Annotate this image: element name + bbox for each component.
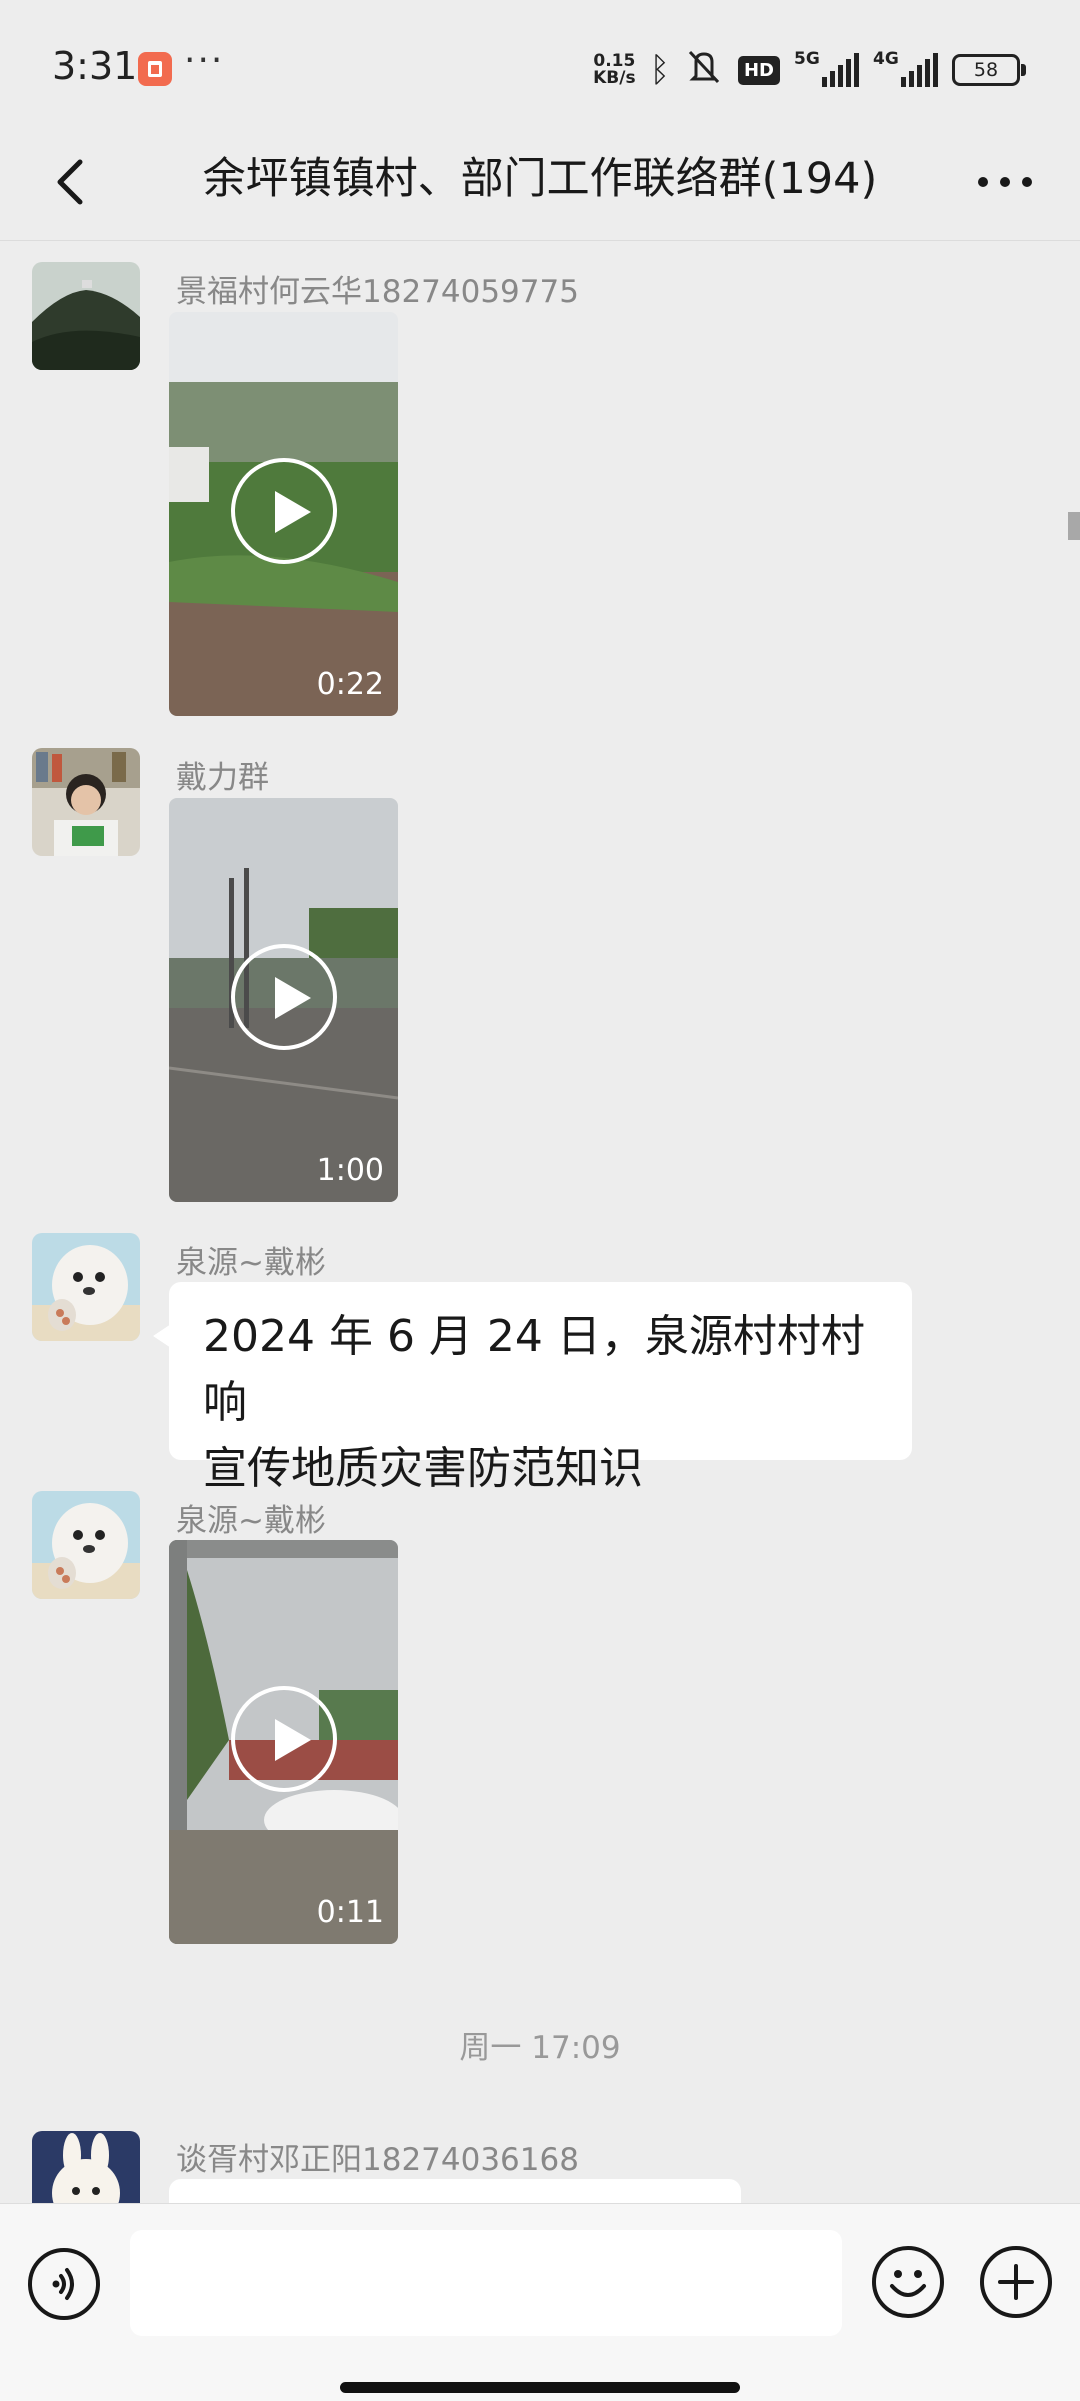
input-bar xyxy=(0,2203,1080,2401)
message-input[interactable] xyxy=(130,2230,842,2336)
sender-name: 泉源~戴彬 xyxy=(176,1245,326,1281)
home-indicator[interactable] xyxy=(340,2382,740,2393)
scrollbar-thumb[interactable] xyxy=(1068,512,1080,540)
more-options-icon[interactable] xyxy=(970,152,1040,212)
emoji-icon[interactable] xyxy=(872,2246,944,2318)
video-duration: 1:00 xyxy=(316,1153,384,1188)
app-notification-icon xyxy=(138,52,172,86)
more-notifications-indicator: ··· xyxy=(184,40,225,81)
avatar-jingfu[interactable] xyxy=(32,262,140,370)
text-message-bubble[interactable] xyxy=(153,2179,741,2245)
avatar-quanyuan-daibin[interactable] xyxy=(32,1233,140,1341)
hd-voice-badge: HD xyxy=(737,55,780,85)
sender-name: 泉源~戴彬 xyxy=(176,1503,326,1539)
signal-5g-label: 5G xyxy=(794,49,820,69)
battery-icon: 58 xyxy=(952,54,1026,86)
signal-4g-label: 4G xyxy=(873,49,899,69)
signal-4g-icon: 4G xyxy=(873,49,938,87)
status-time: 3:31 xyxy=(52,44,138,88)
play-icon[interactable] xyxy=(231,458,337,564)
network-speed: 0.15 KB/s xyxy=(593,53,635,87)
status-bar: 3:31 ··· 0.15 KB/s ᛒ HD 5G 4G 58 xyxy=(0,0,1080,140)
chat-title: 余坪镇镇村、部门工作联络群(194) xyxy=(202,154,878,204)
sender-name: 戴力群 xyxy=(176,760,269,796)
avatar-tanxu[interactable] xyxy=(32,2131,140,2203)
video-duration: 0:22 xyxy=(316,667,384,702)
mute-icon xyxy=(684,48,724,92)
status-icons: 0.15 KB/s ᛒ HD 5G 4G 58 xyxy=(593,48,1026,92)
video-duration: 0:11 xyxy=(316,1895,384,1930)
text-message-bubble[interactable]: 2024 年 6 月 24 日，泉源村村村响 宣传地质灾害防范知识 xyxy=(153,1282,912,1494)
chat-header: 余坪镇镇村、部门工作联络群(194) xyxy=(0,130,1080,241)
play-icon[interactable] xyxy=(231,944,337,1050)
video-message[interactable]: 1:00 xyxy=(169,798,398,1202)
message-text-line-2: 宣传地质灾害防范知识 xyxy=(203,1443,643,1494)
bluetooth-icon: ᛒ xyxy=(649,50,670,90)
message-text-line-1: 2024 年 6 月 24 日，泉源村村村响 xyxy=(203,1311,865,1428)
video-message[interactable]: 0:22 xyxy=(169,312,398,716)
play-icon[interactable] xyxy=(231,1686,337,1792)
voice-icon[interactable] xyxy=(28,2248,100,2320)
avatar-quanyuan-daibin[interactable] xyxy=(32,1491,140,1599)
avatar-dai-liqun[interactable] xyxy=(32,748,140,856)
sender-name: 谈胥村邓正阳18274036168 xyxy=(176,2142,579,2178)
video-message[interactable]: 0:11 xyxy=(169,1540,398,1944)
plus-icon[interactable] xyxy=(980,2246,1052,2318)
time-divider: 周一 17:09 xyxy=(459,2030,621,2066)
signal-5g-icon: 5G xyxy=(794,49,859,87)
network-speed-unit: KB/s xyxy=(593,68,636,88)
sender-name: 景福村何云华18274059775 xyxy=(176,274,579,310)
